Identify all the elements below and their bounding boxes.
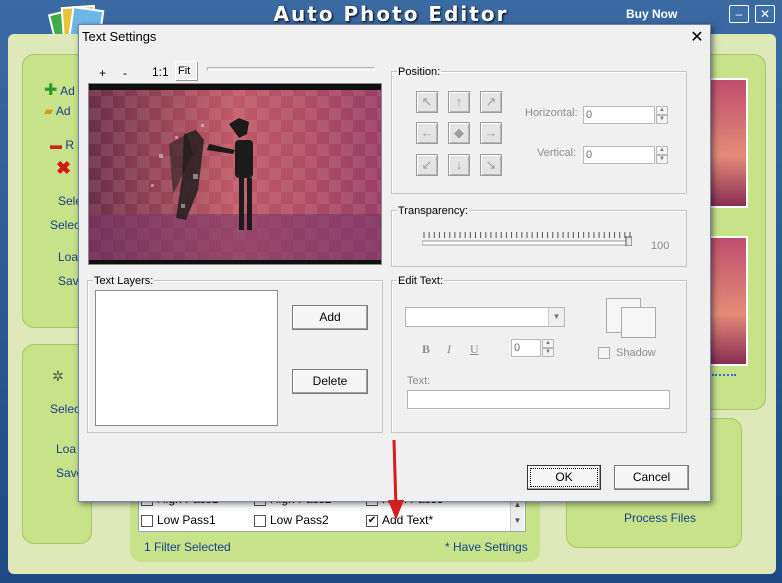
- preview-thumbnail-2[interactable]: [708, 236, 748, 366]
- align-center-icon[interactable]: ◆: [448, 122, 470, 144]
- preview-scroll-indicator: [712, 374, 736, 378]
- text-color-swatch[interactable]: [621, 307, 656, 338]
- font-select[interactable]: [405, 307, 565, 327]
- vertical-spinner[interactable]: ▲ ▼: [656, 146, 668, 164]
- font-size-input[interactable]: 0: [511, 339, 541, 357]
- process-files-button[interactable]: Process Files: [624, 511, 696, 525]
- italic-button[interactable]: I: [447, 342, 451, 357]
- align-top-icon[interactable]: ↑: [448, 91, 470, 113]
- dialog-close-icon[interactable]: ✕: [688, 27, 706, 47]
- add-files-item[interactable]: ✚ Ad: [44, 80, 75, 100]
- zoom-slider[interactable]: [207, 67, 375, 71]
- transparency-label: Transparency:: [397, 205, 469, 217]
- add-folder-item[interactable]: ▰ Ad: [44, 104, 71, 118]
- zoom-actual-button[interactable]: 1:1: [152, 65, 169, 79]
- align-bottom-right-icon[interactable]: ↘: [480, 154, 502, 176]
- font-size-spinner[interactable]: ▲ ▼: [542, 339, 554, 357]
- ok-button[interactable]: OK: [527, 465, 601, 490]
- folder-icon: ▰: [44, 104, 54, 118]
- bold-button[interactable]: B: [422, 342, 430, 357]
- transparency-value: 100: [651, 240, 670, 252]
- select-item-2[interactable]: Selec: [50, 218, 80, 232]
- buy-now-link[interactable]: Buy Now: [626, 7, 677, 21]
- horizontal-label: Horizontal:: [525, 107, 578, 119]
- annotation-arrow-icon: [388, 439, 404, 520]
- minimize-button[interactable]: –: [729, 5, 749, 23]
- image-preview[interactable]: [88, 83, 382, 265]
- remove-all-icon[interactable]: ✖: [56, 158, 71, 179]
- zoom-fit-button[interactable]: Fit: [175, 61, 197, 80]
- load-filter-item[interactable]: Loa: [56, 442, 76, 456]
- minus-icon: ▬: [50, 138, 62, 152]
- app-close-button[interactable]: ✕: [755, 5, 775, 23]
- vertical-label: Vertical:: [537, 147, 577, 159]
- underline-button[interactable]: U: [470, 342, 479, 357]
- have-settings-note: * Have Settings: [445, 540, 528, 554]
- zoom-out-button[interactable]: -: [123, 66, 127, 80]
- plus-icon: ✚: [44, 82, 58, 99]
- preview-thumbnail-1[interactable]: [708, 78, 748, 208]
- shadow-label: Shadow: [616, 347, 656, 359]
- filter-gear-icon: ✲: [52, 368, 64, 384]
- filter-count-status: 1 Filter Selected: [144, 540, 231, 554]
- text-label: Text:: [407, 375, 431, 387]
- filter-low-pass1[interactable]: Low Pass1: [141, 513, 216, 527]
- text-layers-label: Text Layers:: [93, 275, 155, 287]
- align-right-icon[interactable]: →: [480, 122, 502, 144]
- shadow-checkbox[interactable]: [598, 347, 610, 359]
- filter-scrollbar[interactable]: ▲ ▼: [510, 497, 524, 531]
- load-item[interactable]: Loa: [58, 250, 78, 264]
- text-input[interactable]: [407, 390, 670, 409]
- preview-image: [89, 84, 381, 264]
- edit-text-label: Edit Text:: [397, 275, 445, 287]
- horizontal-spinner[interactable]: ▲ ▼: [656, 106, 668, 124]
- check-icon: ✔: [366, 514, 378, 527]
- align-top-right-icon[interactable]: ↗: [480, 91, 502, 113]
- zoom-in-button[interactable]: +: [99, 66, 106, 80]
- select-filter-item[interactable]: Selec: [50, 402, 80, 416]
- slider-ticks: [421, 232, 633, 247]
- add-layer-button[interactable]: Add: [292, 305, 368, 330]
- align-bottom-left-icon[interactable]: ↙: [416, 154, 438, 176]
- filter-low-pass2[interactable]: Low Pass2: [254, 513, 329, 527]
- position-label: Position:: [397, 66, 442, 78]
- align-left-icon[interactable]: ←: [416, 122, 438, 144]
- text-layers-list[interactable]: [95, 290, 278, 426]
- chevron-down-icon[interactable]: ▼: [548, 308, 564, 326]
- horizontal-input[interactable]: 0: [583, 106, 655, 124]
- save-item[interactable]: Sav: [58, 274, 79, 288]
- dialog-title: Text Settings: [82, 29, 157, 44]
- align-bottom-icon[interactable]: ↓: [448, 154, 470, 176]
- delete-layer-button[interactable]: Delete: [292, 369, 368, 394]
- text-settings-dialog: Text Settings ✕ + - 1:1 Fit Position: ↖ …: [78, 24, 711, 502]
- transparency-slider[interactable]: [421, 230, 633, 247]
- vertical-input[interactable]: 0: [583, 146, 655, 164]
- cancel-button[interactable]: Cancel: [614, 465, 689, 490]
- remove-item[interactable]: ▬ R: [50, 138, 74, 152]
- align-top-left-icon[interactable]: ↖: [416, 91, 438, 113]
